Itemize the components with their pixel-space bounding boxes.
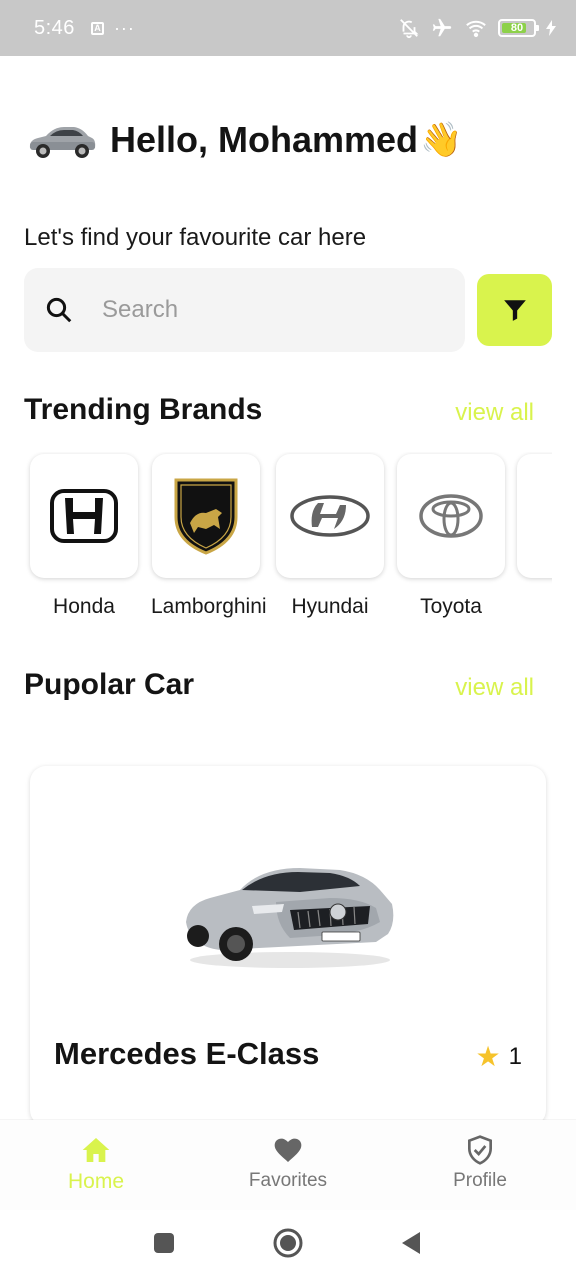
- brand-name: Toyota: [420, 595, 482, 618]
- car-icon: [29, 127, 96, 158]
- car-name: Mercedes E-Class: [54, 1036, 320, 1071]
- status-bar: 5:46 A ··· 80: [0, 0, 576, 56]
- notification-app-icon: A: [90, 21, 104, 35]
- search-icon: [46, 297, 72, 323]
- airplane-icon: [432, 18, 452, 37]
- brand-hyundai[interactable]: Hyundai: [275, 452, 385, 619]
- nav-home-label: Home: [67, 1170, 125, 1193]
- brands-carousel[interactable]: Honda Lamborghini Hyundai Toyota: [0, 452, 552, 632]
- home-circle-icon[interactable]: [272, 1227, 304, 1259]
- brand-card[interactable]: [152, 454, 260, 578]
- popular-view-all-link[interactable]: view all: [455, 674, 534, 702]
- search-input[interactable]: [102, 296, 432, 324]
- nav-profile-label: Profile: [453, 1170, 507, 1191]
- waving-hand-icon: 👋: [420, 121, 463, 159]
- star-icon: ★: [475, 1041, 501, 1072]
- home-icon: [82, 1138, 110, 1162]
- brand-card[interactable]: [276, 454, 384, 578]
- popular-car-title: Pupolar Car: [24, 668, 195, 701]
- brand-card[interactable]: [30, 454, 138, 578]
- brand-card[interactable]: [397, 454, 505, 578]
- heart-icon: [274, 1138, 302, 1162]
- subtitle: Let's find your favourite car here: [24, 224, 367, 251]
- brand-name: Honda: [53, 595, 115, 618]
- greeting: Hello, Mohammed 👋: [26, 118, 462, 162]
- greeting-text: Hello, Mohammed: [110, 119, 419, 160]
- hyundai-logo-icon: [290, 495, 370, 537]
- brand-name: Lamborghini: [151, 595, 267, 618]
- car-image: [186, 868, 394, 968]
- brand-partial[interactable]: T: [516, 452, 552, 619]
- brand-lamborghini[interactable]: Lamborghini: [151, 452, 267, 619]
- filter-icon: [503, 300, 526, 321]
- back-icon[interactable]: [400, 1231, 422, 1255]
- brand-name: Hyundai: [291, 595, 369, 618]
- honda-logo-icon: [50, 489, 118, 543]
- system-nav: [0, 1210, 576, 1280]
- bell-off-icon: [400, 19, 419, 39]
- battery-level: 80: [510, 22, 524, 34]
- toyota-logo-icon: [419, 494, 483, 538]
- nav-favorites[interactable]: Favorites: [218, 1134, 358, 1192]
- status-time: 5:46: [34, 16, 75, 39]
- trending-view-all-link[interactable]: view all: [455, 399, 534, 427]
- nav-favorites-label: Favorites: [248, 1170, 328, 1191]
- car-rating: ★ 1: [476, 1040, 522, 1073]
- car-card[interactable]: Mercedes E-Class ★ 1: [30, 766, 546, 1126]
- search-box[interactable]: [24, 268, 465, 352]
- bottom-nav: Home Favorites Profile: [0, 1120, 576, 1210]
- brand-name: T: [516, 595, 552, 619]
- lamborghini-logo-icon: [174, 478, 238, 555]
- brand-card[interactable]: [517, 454, 552, 578]
- nav-profile[interactable]: Profile: [410, 1134, 550, 1192]
- charging-icon: [546, 20, 556, 36]
- recents-icon[interactable]: [153, 1232, 175, 1254]
- more-notifications-icon: ···: [113, 17, 135, 38]
- shield-check-icon: [468, 1135, 492, 1165]
- brand-toyota[interactable]: Toyota: [396, 452, 506, 619]
- brand-honda[interactable]: Honda: [29, 452, 139, 619]
- filter-button[interactable]: [477, 274, 552, 346]
- tesla-logo-icon: [551, 496, 552, 536]
- rating-value: 1: [508, 1042, 522, 1070]
- trending-brands-title: Trending Brands: [24, 393, 263, 426]
- battery-icon: 80: [498, 19, 539, 37]
- nav-home[interactable]: Home: [26, 1134, 166, 1194]
- wifi-icon: [466, 20, 486, 38]
